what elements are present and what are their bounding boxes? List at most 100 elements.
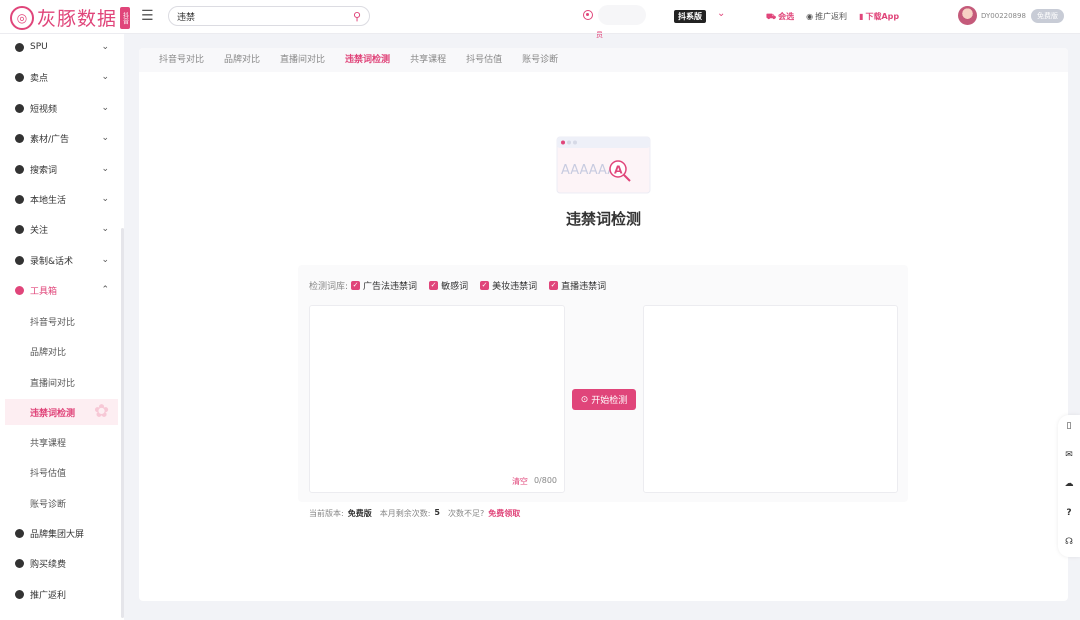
logo-icon: ◎ [10, 5, 34, 30]
sidebar-item-short-video[interactable]: 短视频 ⌄ [0, 95, 121, 121]
version-badge[interactable]: 免费版 [1031, 9, 1064, 23]
tab-brand-compare[interactable]: 品牌对比 [214, 48, 270, 72]
chevron-up-icon: ⌃ [101, 285, 109, 295]
sidebar-item-selling-point[interactable]: 卖点 ⌄ [0, 64, 121, 90]
sidebar-sub-douyin-compare[interactable]: 抖音号对比 [0, 308, 121, 334]
tab-account-value[interactable]: 抖号估值 [456, 48, 512, 72]
chevron-down-icon[interactable]: ⌄ [717, 8, 725, 19]
checkbox-beauty[interactable]: ✓ 美妆违禁词 [480, 279, 537, 292]
follow-icon [15, 224, 24, 234]
tab-account-diagnose[interactable]: 账号诊断 [512, 48, 568, 72]
detection-panel: 检测词库: ✓ 广告法违禁词 ✓ 敏感词 ✓ 美妆违禁词 ✓ 直播违禁词 清空 [298, 265, 908, 502]
clear-button[interactable]: 清空 [512, 476, 528, 487]
checkbox-live[interactable]: ✓ 直播违禁词 [549, 279, 606, 292]
material-icon [15, 133, 24, 143]
sidebar-item-rebate[interactable]: 推广返利 [0, 581, 121, 607]
chevron-down-icon: ⌄ [101, 164, 109, 174]
tab-banned-word[interactable]: 违禁词检测 [335, 48, 400, 72]
checkbox-ad-law[interactable]: ✓ 广告法违禁词 [351, 279, 417, 292]
version-value: 免费版 [347, 509, 372, 518]
usage-info: 当前版本: 免费版 本月剩余次数: 5 次数不足? 免费领取 [309, 508, 520, 519]
floating-toolbar: ▯ ✉ ☁ ? ☊ [1058, 415, 1080, 557]
avatar[interactable] [958, 6, 977, 25]
sidebar-item-material-ad[interactable]: 素材/广告 ⌄ [0, 125, 121, 151]
mail-icon[interactable]: ✉ [1064, 449, 1074, 461]
chevron-down-icon: ⌄ [101, 224, 109, 234]
screen-icon [15, 528, 24, 538]
tab-live-compare[interactable]: 直播间对比 [270, 48, 335, 72]
logo[interactable]: ◎ 灰豚数据 抖音 [10, 4, 131, 31]
help-icon[interactable]: ? [1064, 507, 1074, 519]
page-title: 违禁词检测 [565, 210, 641, 228]
remain-value: 5 [434, 508, 440, 517]
search-word-icon [15, 164, 24, 174]
menu-toggle-icon[interactable]: ☰ [141, 9, 155, 23]
video-icon [15, 103, 24, 113]
sidebar-item-record-script[interactable]: 录制&话术 ⌄ [0, 247, 121, 273]
sidebar-sub-shared-course[interactable]: 共享课程 [0, 429, 121, 455]
chevron-down-icon: ⌄ [101, 255, 109, 265]
tab-douyin-compare[interactable]: 抖音号对比 [149, 48, 214, 72]
text-input[interactable] [310, 306, 564, 476]
platform-selector[interactable]: 抖系版 [674, 10, 706, 23]
version-label: 当前版本: [309, 509, 344, 518]
search-box: ⚲ [168, 6, 370, 26]
search-input[interactable] [177, 11, 353, 21]
result-area [643, 305, 898, 493]
sidebar-item-purchase[interactable]: 购买续费 [0, 550, 121, 576]
store-icon [15, 194, 24, 204]
sidebar-sub-account-value[interactable]: 抖号估值 [0, 459, 121, 485]
not-enough-label: 次数不足? [447, 509, 485, 518]
tab-bar: 抖音号对比 品牌对比 直播间对比 违禁词检测 共享课程 抖号估值 账号诊断 [139, 48, 1068, 72]
coin-icon: ◉ [806, 12, 814, 21]
sidebar: SPU ⌄ 卖点 ⌄ 短视频 ⌄ 素材/广告 ⌄ 搜索词 ⌄ 本地生活 ⌄ 关注… [0, 34, 124, 620]
sidebar-sub-banned-word[interactable]: 违禁词检测 ✿ [5, 399, 118, 425]
spu-icon [15, 42, 24, 52]
header-link-huixuan[interactable]: ⛟ 会选 [766, 11, 794, 22]
chevron-down-icon: ⌄ [101, 194, 109, 204]
sidebar-sub-account-diagnose[interactable]: 账号诊断 [0, 490, 121, 516]
rebate-icon [15, 589, 24, 599]
top-header: ◎ 灰豚数据 抖音 ☰ ⚲ 员 抖系版 ⌄ ⛟ 会选 ◉ 推广返利 ▮ 下载Ap… [0, 0, 1080, 39]
start-detection-button[interactable]: ⊙ 开始检测 [572, 389, 636, 410]
chevron-down-icon: ⌄ [101, 42, 109, 52]
input-footer: 清空 0/800 [512, 476, 557, 487]
sidebar-item-toolbox[interactable]: 工具箱 ⌃ [0, 277, 121, 303]
library-label: 检测词库: [309, 282, 349, 292]
cart-icon: ⛟ [766, 11, 777, 21]
claim-link[interactable]: 免费领取 [488, 508, 520, 519]
search-icon[interactable]: ⚲ [353, 10, 361, 23]
toolbox-icon [15, 285, 24, 295]
check-icon: ✓ [429, 281, 439, 290]
sidebar-sub-label: 违禁词检测 [30, 408, 76, 419]
tab-shared-course[interactable]: 共享课程 [400, 48, 456, 72]
logo-text: 灰豚数据 [37, 8, 118, 30]
user-id: DY00220898 [981, 12, 1026, 20]
sidebar-item-local-life[interactable]: 本地生活 ⌄ [0, 186, 121, 212]
chevron-down-icon: ⌄ [101, 133, 109, 143]
chevron-down-icon: ⌄ [101, 103, 109, 113]
sidebar-item-search-word[interactable]: 搜索词 ⌄ [0, 156, 121, 182]
center-label: 员 [596, 31, 603, 39]
flower-decoration-icon: ✿ [94, 401, 110, 422]
sidebar-item-brand-screen[interactable]: 品牌集团大屏 [0, 520, 121, 546]
check-icon: ✓ [549, 281, 559, 290]
main-card: 抖音号对比 品牌对比 直播间对比 违禁词检测 共享课程 抖号估值 账号诊断 AA… [139, 48, 1068, 601]
header-link-download[interactable]: ▮ 下载App [859, 11, 899, 22]
input-area: 清空 0/800 [309, 305, 565, 493]
sidebar-sub-live-compare[interactable]: 直播间对比 [0, 369, 121, 395]
checkbox-sensitive[interactable]: ✓ 敏感词 [429, 279, 468, 292]
check-icon: ✓ [351, 281, 361, 290]
header-link-promo[interactable]: ◉ 推广返利 [806, 11, 847, 22]
phone-icon[interactable]: ▯ [1064, 420, 1074, 432]
logo-badge: 抖音 [120, 6, 131, 29]
sidebar-item-follow[interactable]: 关注 ⌄ [0, 216, 121, 242]
remain-label: 本月剩余次数: [379, 509, 431, 518]
sidebar-sub-brand-compare[interactable]: 品牌对比 [0, 338, 121, 364]
headset-icon[interactable]: ☊ [1064, 536, 1074, 548]
sidebar-scrollbar[interactable] [121, 228, 124, 618]
sidebar-item-spu[interactable]: SPU ⌄ [0, 34, 121, 60]
target-icon[interactable] [583, 10, 593, 20]
wechat-icon[interactable]: ☁ [1064, 478, 1074, 490]
phone-icon: ▮ [859, 12, 864, 21]
